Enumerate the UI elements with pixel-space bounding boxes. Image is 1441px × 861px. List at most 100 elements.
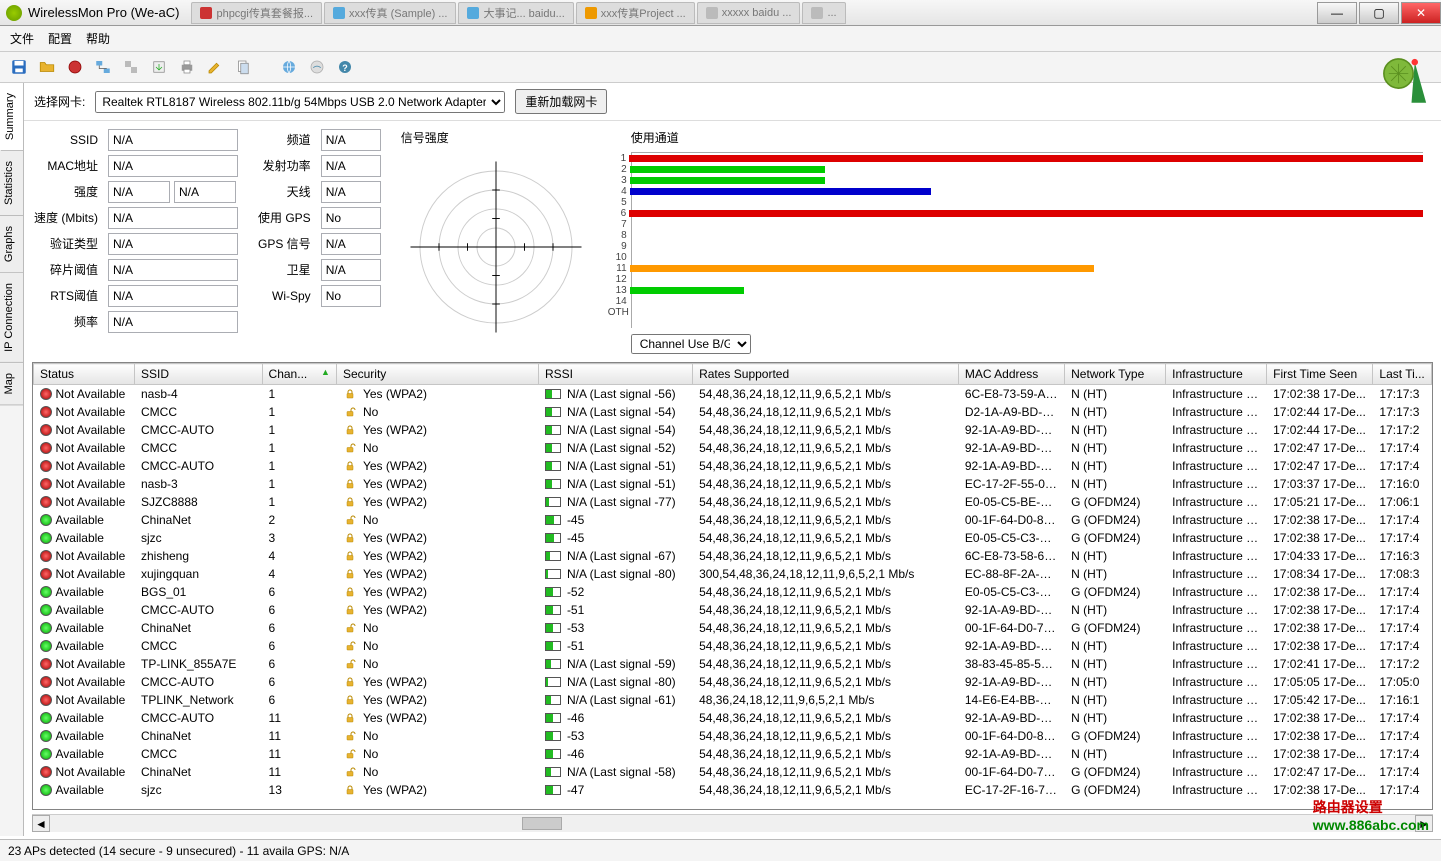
field-input[interactable] (108, 259, 238, 281)
table-row[interactable]: AvailableChinaNet2No-4554,48,36,24,18,12… (34, 511, 1432, 529)
field-input[interactable] (321, 181, 381, 203)
field-input[interactable] (108, 285, 238, 307)
field-input[interactable] (108, 155, 238, 177)
copy-icon[interactable] (232, 56, 254, 78)
field-input[interactable] (108, 311, 238, 333)
table-row[interactable]: AvailableChinaNet11No-5354,48,36,24,18,1… (34, 727, 1432, 745)
maximize-button[interactable]: ▢ (1359, 2, 1399, 24)
table-row[interactable]: AvailableCMCC-AUTO6Yes (WPA2)-5154,48,36… (34, 601, 1432, 619)
table-row[interactable]: AvailableCMCC-AUTO11Yes (WPA2)-4654,48,3… (34, 709, 1432, 727)
strength-b-input[interactable] (174, 181, 236, 203)
favicon-icon (706, 7, 718, 19)
rates-cell: 54,48,36,24,18,12,11,9,6,5,2,1 Mb/s (693, 385, 959, 404)
ap-table-wrap[interactable]: StatusSSIDChan...▲SecurityRSSIRates Supp… (32, 362, 1433, 810)
browser-tab[interactable]: phpcgi传真套餐报... (191, 2, 322, 24)
channel-bar-row: 13 (608, 285, 1423, 296)
channel-mode-select[interactable]: Channel Use B/G/N (631, 334, 751, 354)
table-row[interactable]: Not Availablezhisheng4Yes (WPA2)N/A (Las… (34, 547, 1432, 565)
browser-tab[interactable]: 大事记... baidu... (458, 2, 573, 24)
horizontal-scrollbar[interactable]: ◄ ► (32, 814, 1433, 832)
record-icon[interactable] (64, 56, 86, 78)
adapter-select[interactable]: Realtek RTL8187 Wireless 802.11b/g 54Mbp… (95, 91, 505, 113)
column-header[interactable]: MAC Address (958, 364, 1064, 385)
column-header[interactable]: SSID (134, 364, 262, 385)
folder-open-icon[interactable] (36, 56, 58, 78)
table-row[interactable]: Not AvailableCMCC-AUTO6Yes (WPA2)N/A (La… (34, 673, 1432, 691)
rates-cell: 54,48,36,24,18,12,11,9,6,5,2,1 Mb/s (693, 727, 959, 745)
column-header[interactable]: Chan...▲ (262, 364, 336, 385)
globe-icon[interactable] (278, 56, 300, 78)
field-input[interactable] (108, 233, 238, 255)
side-tab-statistics[interactable]: Statistics (0, 151, 23, 216)
channel-cell: 4 (262, 565, 336, 583)
browser-tab[interactable]: xxxxx baidu ... (697, 2, 801, 24)
table-row[interactable]: Not Availablenasb-41Yes (WPA2)N/A (Last … (34, 385, 1432, 404)
table-row[interactable]: Availablesjzc3Yes (WPA2)-4554,48,36,24,1… (34, 529, 1432, 547)
scroll-left-icon[interactable]: ◄ (32, 815, 50, 832)
side-tab-ip-connection[interactable]: IP Connection (0, 273, 23, 363)
table-row[interactable]: Not AvailableCMCC1NoN/A (Last signal -52… (34, 439, 1432, 457)
wifi-icon[interactable] (306, 56, 328, 78)
close-button[interactable]: ✕ (1401, 2, 1441, 24)
browser-tab[interactable]: xxx传真Project ... (576, 2, 695, 24)
table-row[interactable]: Not AvailableTP-LINK_855A7E6NoN/A (Last … (34, 655, 1432, 673)
table-row[interactable]: AvailableChinaNet6No-5354,48,36,24,18,12… (34, 619, 1432, 637)
browser-tab[interactable]: xxx传真 (Sample) ... (324, 2, 456, 24)
channel-cell: 6 (262, 637, 336, 655)
strength-a-input[interactable] (108, 181, 170, 203)
table-row[interactable]: Not AvailableCMCC-AUTO1Yes (WPA2)N/A (La… (34, 457, 1432, 475)
scroll-thumb[interactable] (522, 817, 562, 830)
save-icon[interactable] (8, 56, 30, 78)
lock-closed-icon (343, 423, 357, 437)
rssi-bar-icon (545, 713, 561, 723)
network-type-cell: G (OFDM24) (1065, 529, 1166, 547)
export-icon[interactable] (148, 56, 170, 78)
table-row[interactable]: AvailableCMCC6No-5154,48,36,24,18,12,11,… (34, 637, 1432, 655)
field-input[interactable] (321, 207, 381, 229)
menu-item[interactable]: 配置 (48, 30, 72, 47)
side-tab-graphs[interactable]: Graphs (0, 216, 23, 273)
side-tab-summary[interactable]: Summary (0, 83, 23, 151)
field-input[interactable] (108, 207, 238, 229)
table-row[interactable]: AvailableBGS_016Yes (WPA2)-5254,48,36,24… (34, 583, 1432, 601)
menu-item[interactable]: 帮助 (86, 30, 110, 47)
help-icon[interactable]: ? (334, 56, 356, 78)
column-header[interactable]: Status (34, 364, 135, 385)
table-row[interactable]: Not AvailableTPLINK_Network6Yes (WPA2)N/… (34, 691, 1432, 709)
table-row[interactable]: Not AvailableChinaNet11NoN/A (Last signa… (34, 763, 1432, 781)
column-header[interactable]: Last Ti... (1373, 364, 1432, 385)
field-input[interactable] (321, 155, 381, 177)
last-seen-cell: 17:16:0 (1373, 475, 1432, 493)
table-row[interactable]: Not AvailableCMCC1NoN/A (Last signal -54… (34, 403, 1432, 421)
table-row[interactable]: Not Availablexujingquan4Yes (WPA2)N/A (L… (34, 565, 1432, 583)
config-icon[interactable] (120, 56, 142, 78)
column-header[interactable]: Network Type (1065, 364, 1166, 385)
table-row[interactable]: Not AvailableSJZC88881Yes (WPA2)N/A (Las… (34, 493, 1432, 511)
network-type-cell: N (HT) (1065, 673, 1166, 691)
table-row[interactable]: AvailableCMCC11No-4654,48,36,24,18,12,11… (34, 745, 1432, 763)
edit-icon[interactable] (204, 56, 226, 78)
network-icon[interactable] (92, 56, 114, 78)
column-header[interactable]: Infrastructure (1166, 364, 1267, 385)
print-icon[interactable] (176, 56, 198, 78)
field-input[interactable] (321, 129, 381, 151)
ssid-cell: CMCC-AUTO (134, 601, 262, 619)
column-header[interactable]: RSSI (538, 364, 692, 385)
table-row[interactable]: Not Availablenasb-31Yes (WPA2)N/A (Last … (34, 475, 1432, 493)
table-row[interactable]: Not AvailableCMCC-AUTO1Yes (WPA2)N/A (La… (34, 421, 1432, 439)
field-input[interactable] (321, 233, 381, 255)
column-header[interactable]: Rates Supported (693, 364, 959, 385)
rssi-bar-icon (545, 623, 561, 633)
network-type-cell: N (HT) (1065, 601, 1166, 619)
table-row[interactable]: Availablesjzc13Yes (WPA2)-4754,48,36,24,… (34, 781, 1432, 799)
reload-adapter-button[interactable]: 重新加载网卡 (515, 89, 607, 114)
field-input[interactable] (321, 259, 381, 281)
menu-item[interactable]: 文件 (10, 30, 34, 47)
minimize-button[interactable]: — (1317, 2, 1357, 24)
field-input[interactable] (321, 285, 381, 307)
column-header[interactable]: Security (336, 364, 538, 385)
column-header[interactable]: First Time Seen (1267, 364, 1373, 385)
field-input[interactable] (108, 129, 238, 151)
side-tab-map[interactable]: Map (0, 363, 23, 405)
browser-tab[interactable]: ... (802, 2, 845, 24)
